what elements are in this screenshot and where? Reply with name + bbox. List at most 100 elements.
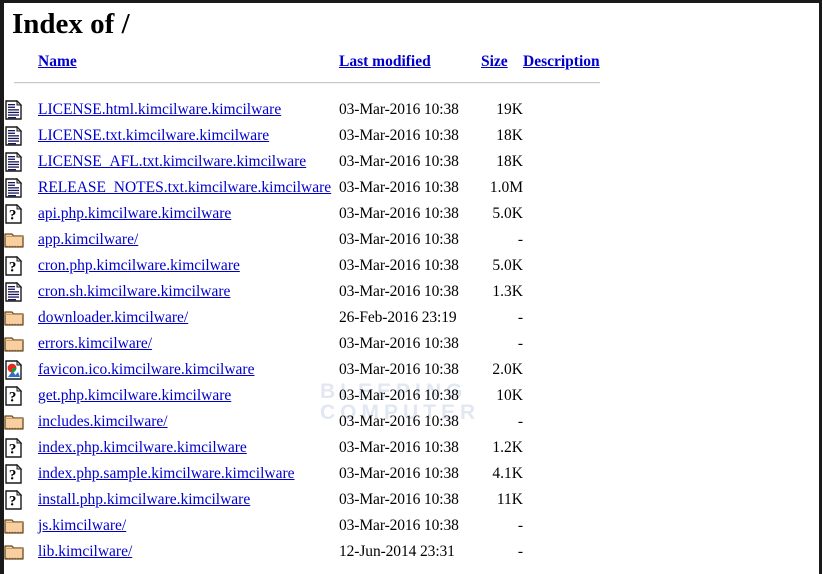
- row-description: [523, 227, 604, 253]
- row-size: -: [481, 227, 523, 253]
- row-name-cell: index.php.sample.kimcilware.kimcilware: [38, 461, 339, 487]
- file-link[interactable]: RELEASE_NOTES.txt.kimcilware.kimcilware: [38, 179, 331, 196]
- column-header-last-modified: Last modified: [339, 41, 481, 71]
- text-file-icon: [4, 126, 24, 146]
- file-link[interactable]: index.php.kimcilware.kimcilware: [38, 439, 247, 456]
- table-row: ? cron.php.kimcilware.kimcilware03-Mar-2…: [4, 253, 604, 279]
- row-description: [523, 305, 604, 331]
- column-header-size: Size: [481, 41, 523, 71]
- svg-text:?: ?: [9, 207, 17, 223]
- file-link[interactable]: includes.kimcilware/: [38, 413, 168, 430]
- directory-listing-table: Name Last modified Size Description: [4, 41, 604, 565]
- row-last-modified: 03-Mar-2016 10:38: [339, 123, 481, 149]
- row-name-cell: api.php.kimcilware.kimcilware: [38, 201, 339, 227]
- file-link[interactable]: api.php.kimcilware.kimcilware: [38, 205, 231, 222]
- svg-text:?: ?: [9, 441, 17, 457]
- row-name-cell: lib.kimcilware/: [38, 539, 339, 565]
- sort-by-name-link[interactable]: Name: [38, 53, 77, 70]
- file-link[interactable]: cron.sh.kimcilware.kimcilware: [38, 283, 230, 300]
- row-icon-cell: ?: [4, 201, 38, 227]
- row-icon-cell: [4, 227, 38, 253]
- row-size: 4.1K: [481, 461, 523, 487]
- table-row: cron.sh.kimcilware.kimcilware 03-Mar-2016…: [4, 279, 604, 305]
- row-description: [523, 123, 604, 149]
- row-description: [523, 487, 604, 513]
- table-row: app.kimcilware/03-Mar-2016 10:38-: [4, 227, 604, 253]
- file-link[interactable]: LICENSE.html.kimcilware.kimcilware: [38, 101, 281, 118]
- file-link[interactable]: favicon.ico.kimcilware.kimcilware: [38, 361, 254, 378]
- column-header-description: Description: [523, 41, 604, 71]
- row-size: -: [481, 331, 523, 357]
- row-size: 1.2K: [481, 435, 523, 461]
- unknown-file-icon: ?: [4, 386, 24, 406]
- row-size: 11K: [481, 487, 523, 513]
- header-separator-row: [4, 71, 604, 97]
- row-last-modified: 03-Mar-2016 10:38: [339, 461, 481, 487]
- row-size: 18K: [481, 149, 523, 175]
- row-size: -: [481, 513, 523, 539]
- row-icon-cell: ?: [4, 383, 38, 409]
- folder-icon: [4, 542, 24, 562]
- row-description: [523, 253, 604, 279]
- directory-index-content: Index of / BLEEPING COMPUTER Name Last m…: [4, 3, 819, 574]
- row-icon-cell: [4, 175, 38, 201]
- directory-listing-body: LICENSE.html.kimcilware.kimcilware 03-Mar…: [4, 97, 604, 565]
- row-name-cell: favicon.ico.kimcilware.kimcilware: [38, 357, 339, 383]
- file-link[interactable]: LICENSE.txt.kimcilware.kimcilware: [38, 127, 269, 144]
- row-size: 5.0K: [481, 201, 523, 227]
- file-link[interactable]: install.php.kimcilware.kimcilware: [38, 491, 250, 508]
- folder-icon: [4, 334, 24, 354]
- row-description: [523, 175, 604, 201]
- file-link[interactable]: app.kimcilware/: [38, 231, 138, 248]
- text-file-icon: [4, 100, 24, 120]
- row-icon-cell: [4, 279, 38, 305]
- row-description: [523, 279, 604, 305]
- svg-text:?: ?: [9, 467, 17, 483]
- row-last-modified: 03-Mar-2016 10:38: [339, 487, 481, 513]
- row-last-modified: 03-Mar-2016 10:38: [339, 331, 481, 357]
- row-size: 19K: [481, 97, 523, 123]
- row-description: [523, 331, 604, 357]
- file-link[interactable]: js.kimcilware/: [38, 517, 126, 534]
- row-name-cell: RELEASE_NOTES.txt.kimcilware.kimcilware: [38, 175, 339, 201]
- sort-by-description-link[interactable]: Description: [523, 53, 600, 70]
- file-link[interactable]: lib.kimcilware/: [38, 543, 132, 560]
- folder-icon: [4, 230, 24, 250]
- table-row: js.kimcilware/03-Mar-2016 10:38-: [4, 513, 604, 539]
- file-link[interactable]: index.php.sample.kimcilware.kimcilware: [38, 465, 295, 482]
- row-description: [523, 409, 604, 435]
- row-size: -: [481, 409, 523, 435]
- file-link[interactable]: downloader.kimcilware/: [38, 309, 188, 326]
- row-last-modified: 03-Mar-2016 10:38: [339, 279, 481, 305]
- sort-by-last-modified-link[interactable]: Last modified: [339, 53, 431, 70]
- row-name-cell: downloader.kimcilware/: [38, 305, 339, 331]
- sort-by-size-link[interactable]: Size: [481, 53, 508, 70]
- table-row: errors.kimcilware/03-Mar-2016 10:38-: [4, 331, 604, 357]
- row-last-modified: 03-Mar-2016 10:38: [339, 227, 481, 253]
- table-row: LICENSE_AFL.txt.kimcilware.kimcilware03-…: [4, 149, 604, 175]
- table-row: ? index.php.kimcilware.kimcilware 03-Mar-…: [4, 435, 604, 461]
- row-description: [523, 435, 604, 461]
- row-name-cell: cron.php.kimcilware.kimcilware: [38, 253, 339, 279]
- text-file-icon: [4, 152, 24, 172]
- file-link[interactable]: errors.kimcilware/: [38, 335, 152, 352]
- table-row: ? index.php.sample.kimcilware.kimcilware…: [4, 461, 604, 487]
- row-icon-cell: ?: [4, 435, 38, 461]
- row-description: [523, 461, 604, 487]
- unknown-file-icon: ?: [4, 490, 24, 510]
- folder-icon: [4, 308, 24, 328]
- unknown-file-icon: ?: [4, 256, 24, 276]
- table-row: LICENSE.txt.kimcilware.kimcilware 03-Mar-…: [4, 123, 604, 149]
- row-icon-cell: [4, 97, 38, 123]
- image-file-icon: [4, 360, 24, 380]
- unknown-file-icon: ?: [4, 464, 24, 484]
- horizontal-rule: [14, 82, 600, 84]
- row-description: [523, 149, 604, 175]
- row-last-modified: 03-Mar-2016 10:38: [339, 435, 481, 461]
- file-link[interactable]: get.php.kimcilware.kimcilware: [38, 387, 231, 404]
- file-link[interactable]: LICENSE_AFL.txt.kimcilware.kimcilware: [38, 153, 306, 170]
- file-link[interactable]: cron.php.kimcilware.kimcilware: [38, 257, 240, 274]
- row-last-modified: 26-Feb-2016 23:19: [339, 305, 481, 331]
- row-name-cell: LICENSE_AFL.txt.kimcilware.kimcilware: [38, 149, 339, 175]
- header-separator-cell: [4, 71, 604, 97]
